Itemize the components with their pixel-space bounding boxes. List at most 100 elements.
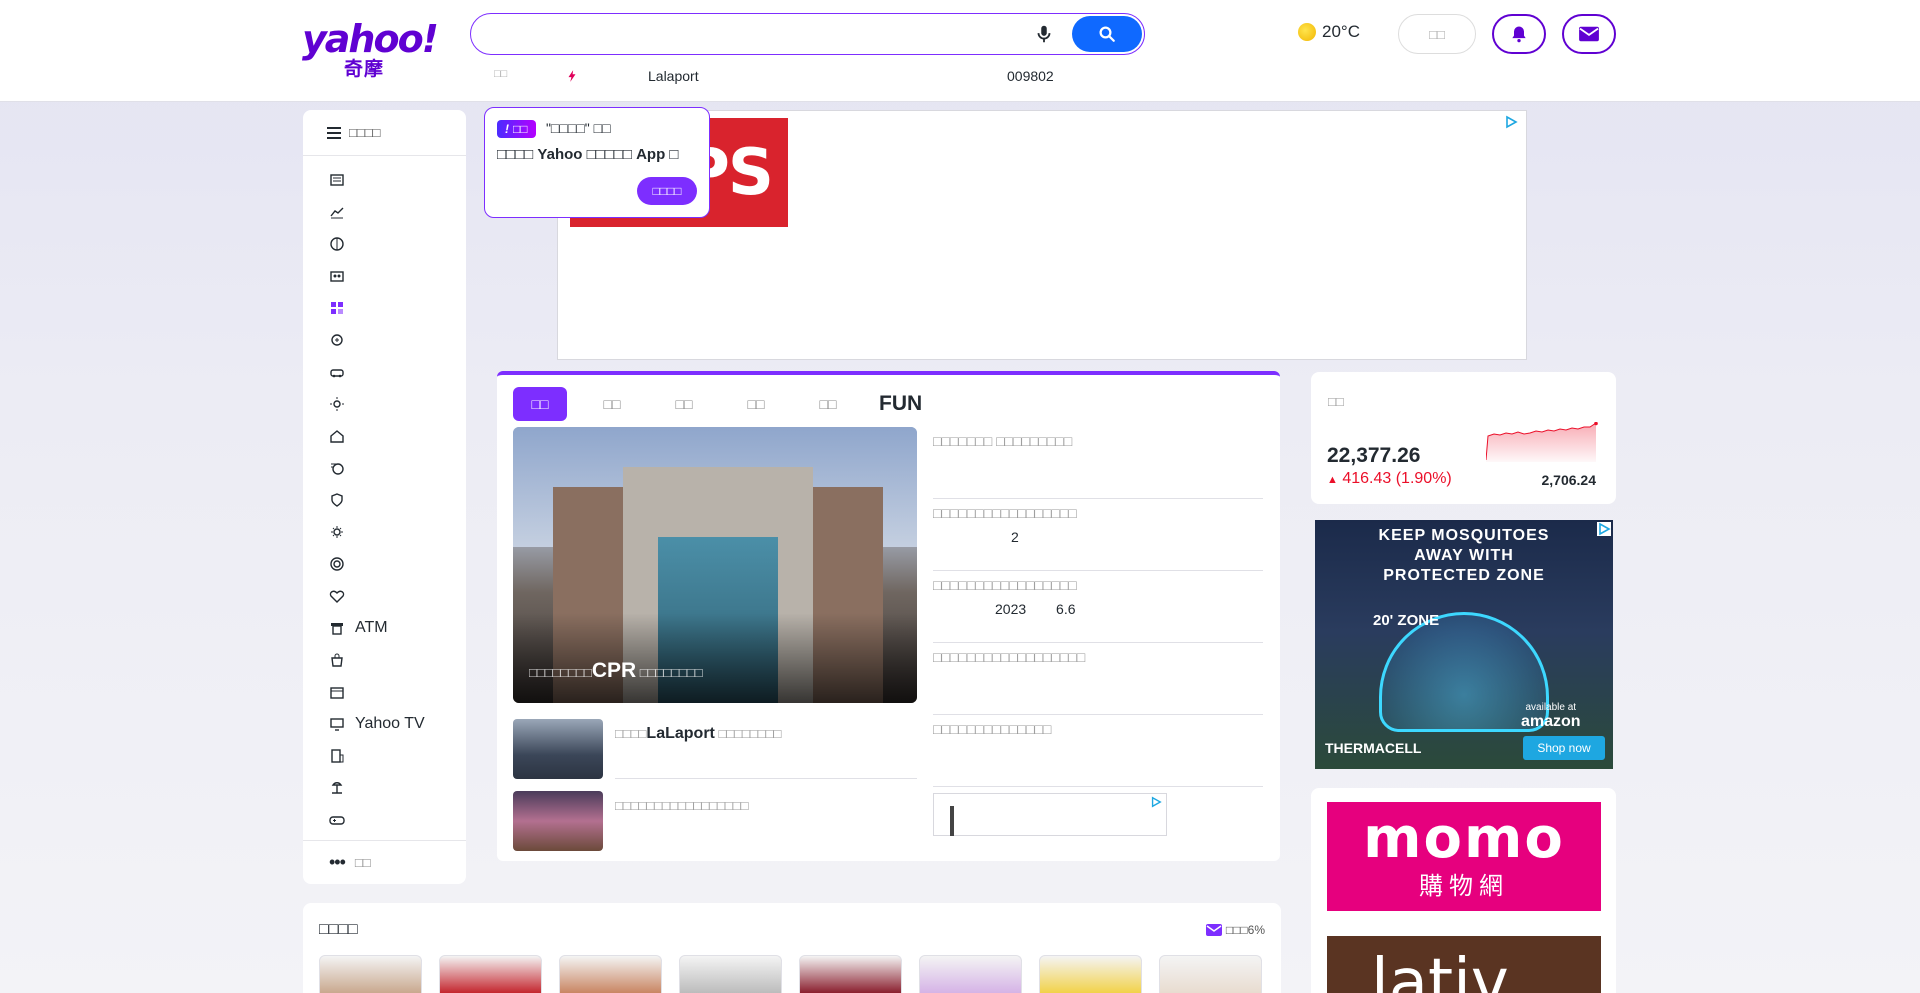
shopping-badge[interactable]: □□□6%	[1205, 923, 1265, 937]
thermacell-amazon: available at amazon	[1521, 702, 1581, 731]
sidebar-item-finance[interactable]	[303, 196, 466, 228]
adchoices-icon[interactable]	[1504, 115, 1518, 129]
product-card[interactable]	[1039, 955, 1142, 993]
news-tab-2[interactable]: □□	[657, 387, 711, 421]
news-tab-fun[interactable]: FUN	[873, 387, 928, 421]
product-card[interactable]	[439, 955, 542, 993]
search-input[interactable]	[489, 22, 1049, 46]
sidebar-menu-toggle[interactable]: □□□□	[303, 110, 466, 156]
trending-item-lalaport[interactable]: Lalaport	[648, 68, 699, 84]
sidebar-item-game[interactable]	[303, 804, 466, 836]
weather-temp: 20°C	[1322, 22, 1360, 41]
hot-icon	[568, 70, 576, 82]
bag-icon	[331, 653, 343, 667]
news-item-title: □□□□□□□□□□□□□□□□□	[933, 577, 1077, 593]
news-item[interactable]: □□□□□□□□□□□□□□□□□□	[933, 643, 1263, 715]
entertainment-icon	[330, 271, 344, 282]
small-news-text: □□□□□□□□□□□□□□□□□	[615, 791, 917, 851]
promo-line-2: □□□□ Yahoo □□□□□ App □	[497, 146, 697, 163]
logo-sub: 奇摩	[344, 58, 385, 80]
shopping-icon	[331, 302, 343, 314]
sidebar-more[interactable]: ••• □□	[303, 840, 466, 884]
sidebar-item-weather[interactable]	[303, 388, 466, 420]
search-box	[470, 13, 1145, 55]
sidebar-item-label: Yahoo TV	[355, 715, 425, 732]
sidebar-item-building[interactable]	[303, 740, 466, 772]
weather-widget[interactable]: 20°C	[1298, 22, 1360, 42]
sidebar-item-travel[interactable]	[303, 772, 466, 804]
search-button[interactable]	[1072, 16, 1142, 52]
sidebar-item-atm[interactable]: ATM	[303, 612, 466, 644]
trending-item-0[interactable]: □□	[494, 68, 507, 80]
news-tab-1[interactable]: □□	[585, 387, 639, 421]
product-card[interactable]	[679, 955, 782, 993]
sidebar-item-entertainment[interactable]	[303, 260, 466, 292]
sidebar-item-tv[interactable]: Yahoo TV	[303, 708, 466, 740]
news-item[interactable]: □□□□□□□□□□□□□□□□□ 2023 6.6	[933, 571, 1263, 643]
search-icon	[1099, 26, 1115, 42]
news-item[interactable]: □□□□□□□□□□□□□□	[933, 715, 1263, 787]
mic-icon[interactable]	[1033, 23, 1055, 45]
sidebar-item-auction[interactable]	[303, 324, 466, 356]
sidebar-item-house[interactable]	[303, 420, 466, 452]
sidebar-item-car[interactable]	[303, 356, 466, 388]
small-news-post: □□□□□□□□	[714, 726, 782, 741]
sidebar-item-astrology[interactable]	[303, 516, 466, 548]
sidebar-item-money[interactable]	[303, 452, 466, 484]
news-tab-3[interactable]: □□	[729, 387, 783, 421]
hero-news[interactable]: □□□□□□□□CPR □□□□□□□□	[513, 427, 917, 703]
product-card[interactable]	[319, 955, 422, 993]
promo-badge: ! □□	[497, 120, 536, 138]
small-news-item[interactable]: □□□□□□□□□□□□□□□□□	[513, 791, 917, 851]
thermacell-shop-button[interactable]: Shop now	[1523, 736, 1605, 760]
shield-icon	[331, 493, 343, 507]
product-card[interactable]	[559, 955, 662, 993]
thermacell-ad[interactable]: KEEP MOSQUITOES AWAY WITH PROTECTED ZONE…	[1315, 520, 1613, 769]
lativ-ad[interactable]: lativ	[1327, 936, 1601, 993]
mail-button[interactable]	[1562, 14, 1616, 54]
news-item[interactable]: □□□□□□□ □□□□□□□□□	[933, 427, 1263, 499]
product-card[interactable]	[919, 955, 1022, 993]
stock-card[interactable]: □□ 22,377.26 ▲ 416.43 (1.90%) 2,706.24	[1311, 372, 1616, 504]
promo-line-2-pre: □□□□	[497, 146, 534, 163]
sun-icon	[1298, 23, 1316, 41]
bell-icon	[1512, 26, 1526, 43]
money-icon	[331, 463, 344, 475]
sidebar-item-movie[interactable]	[303, 676, 466, 708]
trending-item-009802[interactable]: 009802	[1007, 68, 1054, 84]
lativ-logo-text: lativ	[1371, 946, 1509, 993]
mail-icon	[1205, 924, 1222, 936]
stock-change-text: 416.43 (1.90%)	[1342, 470, 1452, 487]
news-item-title: □□□□□□□□□□□□□□	[933, 721, 1052, 737]
sidebar-item-target[interactable]	[303, 548, 466, 580]
login-button[interactable]: □□	[1398, 14, 1476, 54]
yahoo-logo[interactable]: yahoo! 奇摩	[302, 20, 439, 82]
product-card[interactable]	[1159, 955, 1262, 993]
sidebar-item-sports[interactable]	[303, 228, 466, 260]
sidebar-item-shield[interactable]	[303, 484, 466, 516]
adchoices-icon[interactable]	[1597, 522, 1611, 536]
inline-mini-ad[interactable]	[933, 793, 1167, 836]
sidebar-menu-label: □□□□	[349, 125, 381, 140]
shopping-badge-label: □□□6%	[1225, 923, 1265, 937]
sidebar-item-newspaper[interactable]	[303, 164, 466, 196]
small-news-item[interactable]: □□□□LaLaport □□□□□□□□	[513, 719, 917, 779]
news-item[interactable]: □□□□□□□□□□□□□□□□□ 2	[933, 499, 1263, 571]
news-tab-0[interactable]: □□	[513, 387, 567, 421]
product-card[interactable]	[799, 955, 902, 993]
hamburger-icon	[327, 126, 341, 139]
small-news-thumb	[513, 791, 603, 851]
tv-icon	[330, 718, 344, 731]
promo-download-button[interactable]: □□□□	[637, 177, 697, 205]
sidebar-item-heart[interactable]	[303, 580, 466, 612]
sidebar-more-label: □□	[354, 855, 371, 870]
notification-button[interactable]	[1492, 14, 1546, 54]
sidebar-item-bag[interactable]	[303, 644, 466, 676]
stock-change: ▲ 416.43 (1.90%)	[1327, 470, 1452, 488]
sidebar-item-shopping[interactable]	[303, 292, 466, 324]
arrow-up-icon: ▲	[1327, 474, 1338, 486]
shopping-panel: □□□□ □□□6%	[303, 903, 1281, 993]
adchoices-icon[interactable]	[1150, 796, 1162, 808]
momo-ad[interactable]: momo 購物網	[1327, 802, 1601, 911]
news-tab-4[interactable]: □□	[801, 387, 855, 421]
